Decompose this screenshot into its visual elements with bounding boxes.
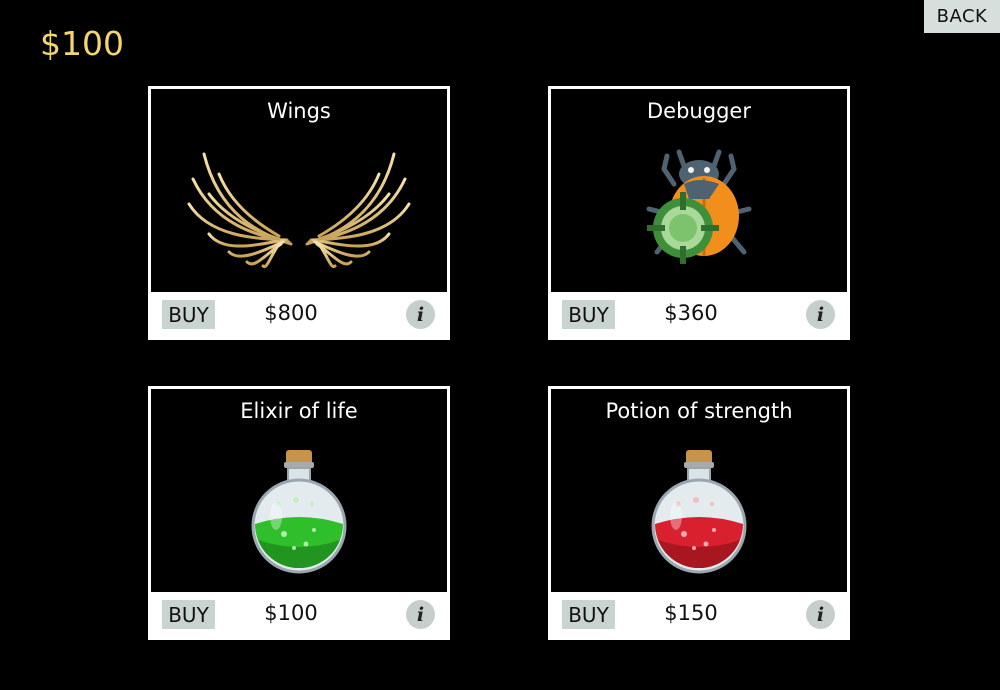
item-title: Debugger bbox=[647, 99, 751, 123]
item-footer: BUY $360 i bbox=[551, 292, 847, 337]
buy-button[interactable]: BUY bbox=[562, 300, 615, 329]
info-icon: i bbox=[416, 603, 425, 626]
item-footer: BUY $800 i bbox=[151, 292, 447, 337]
money-display: $100 bbox=[40, 24, 124, 63]
item-footer: BUY $150 i bbox=[551, 592, 847, 637]
green-potion-icon bbox=[151, 429, 447, 589]
item-footer: BUY $100 i bbox=[151, 592, 447, 637]
item-price: $150 bbox=[664, 601, 718, 625]
shop-screen: $100 BACK Wings BUY $800 i Debugger BUY … bbox=[0, 0, 1000, 690]
buy-button[interactable]: BUY bbox=[562, 600, 615, 629]
back-button[interactable]: BACK bbox=[924, 0, 1000, 33]
info-icon: i bbox=[816, 303, 825, 326]
item-price: $360 bbox=[664, 301, 718, 325]
info-button[interactable]: i bbox=[406, 300, 435, 329]
wings-icon bbox=[151, 129, 447, 289]
info-button[interactable]: i bbox=[406, 600, 435, 629]
info-button[interactable]: i bbox=[806, 600, 835, 629]
shop-item-potion-of-strength: Potion of strength BUY $150 i bbox=[548, 386, 850, 640]
shop-item-elixir-of-life: Elixir of life BUY $100 i bbox=[148, 386, 450, 640]
info-icon: i bbox=[816, 603, 825, 626]
item-title: Wings bbox=[267, 99, 331, 123]
item-price: $800 bbox=[264, 301, 318, 325]
item-title: Elixir of life bbox=[240, 399, 358, 423]
buy-button[interactable]: BUY bbox=[162, 600, 215, 629]
shop-item-debugger: Debugger BUY $360 i bbox=[548, 86, 850, 340]
bug-target-icon bbox=[551, 129, 847, 289]
shop-item-wings: Wings BUY $800 i bbox=[148, 86, 450, 340]
item-title: Potion of strength bbox=[605, 399, 793, 423]
buy-button[interactable]: BUY bbox=[162, 300, 215, 329]
item-price: $100 bbox=[264, 601, 318, 625]
info-icon: i bbox=[416, 303, 425, 326]
red-potion-icon bbox=[551, 429, 847, 589]
info-button[interactable]: i bbox=[806, 300, 835, 329]
